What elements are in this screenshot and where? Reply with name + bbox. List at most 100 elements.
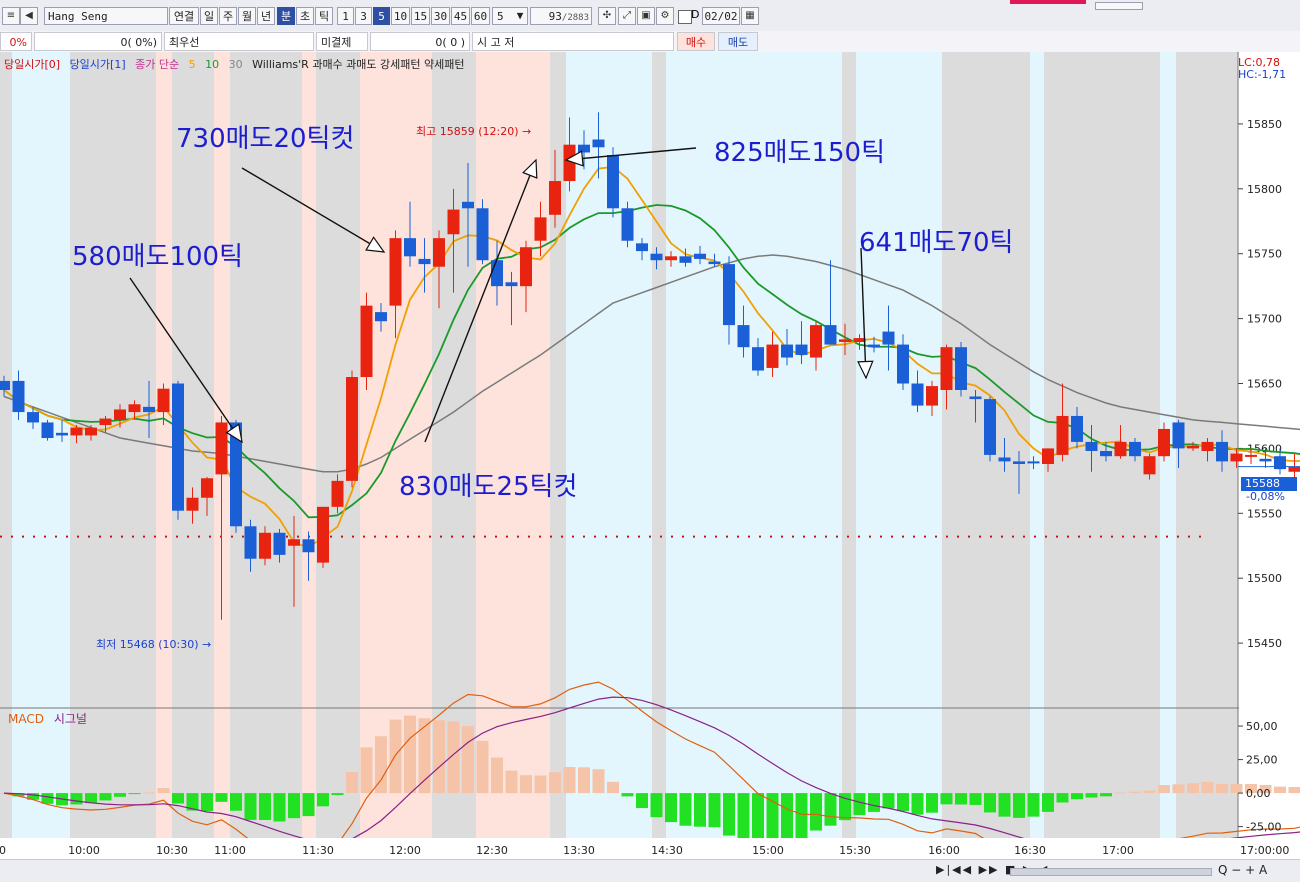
macd-histogram-bar (1071, 793, 1083, 799)
macd-legend-macd: MACD (8, 712, 44, 726)
zoom-icon[interactable]: ⤢ (618, 7, 636, 25)
period-day[interactable]: 일 (200, 7, 218, 25)
x-tick-label: 12:00 (389, 844, 421, 857)
count-field[interactable]: 93/2883 (530, 7, 592, 25)
session-shade (302, 52, 316, 840)
x-tick-label: 17:00:00 (1240, 844, 1289, 857)
candle-body (694, 254, 706, 259)
zoom-controls[interactable]: Q − + A (1218, 863, 1267, 877)
legend-ma5: 5 (189, 58, 196, 71)
scrollbar[interactable] (1010, 868, 1212, 876)
macd-histogram-bar (709, 793, 721, 827)
candle-body (999, 457, 1011, 461)
date-field[interactable]: 02/02 (702, 7, 740, 25)
y-tick-label: 15650 (1247, 378, 1282, 391)
session-shade (652, 52, 666, 840)
chevron-down-icon[interactable]: ▼ (512, 7, 528, 25)
macd-histogram-bar (477, 741, 489, 793)
interval-10[interactable]: 10 (391, 7, 410, 25)
window-button[interactable] (1095, 2, 1143, 10)
candle-body (27, 412, 39, 422)
candle-body (201, 478, 213, 497)
macd-histogram-bar (636, 793, 648, 808)
macd-y-tick-label: 0,00 (1246, 787, 1271, 800)
macd-histogram-bar (738, 793, 750, 843)
unit-tick[interactable]: 틱 (315, 7, 333, 25)
speaker-icon[interactable]: ◀ (20, 7, 38, 25)
candle-body (1231, 454, 1243, 462)
macd-histogram-bar (317, 793, 329, 806)
candle-body (1028, 461, 1040, 463)
candle-body (288, 539, 300, 545)
period-year[interactable]: 년 (257, 7, 275, 25)
macd-histogram-bar (230, 793, 242, 811)
candle-body (897, 345, 909, 384)
period-linked[interactable]: 연결 (169, 7, 199, 25)
interval-45[interactable]: 45 (451, 7, 470, 25)
unit-minute[interactable]: 분 (277, 7, 295, 25)
open-interest-value: 0( 0 ) (370, 32, 470, 51)
macd-histogram-bar (1013, 793, 1025, 818)
interval-5[interactable]: 5 (373, 7, 390, 25)
macd-histogram-bar (535, 776, 547, 794)
crosshair-icon[interactable]: ✣ (598, 7, 616, 25)
open-interest-label: 미결제 (316, 32, 368, 51)
interval-1[interactable]: 1 (337, 7, 354, 25)
candle-body (216, 422, 228, 474)
macd-histogram-bar (143, 792, 155, 793)
sell-button[interactable]: 매도 (718, 32, 758, 51)
macd-y-tick-label: 50,00 (1246, 720, 1278, 733)
macd-histogram-bar (303, 793, 315, 816)
x-tick-label: 16:30 (1014, 844, 1046, 857)
macd-y-tick-label: 25,00 (1246, 754, 1278, 767)
x-tick-label: 15:00 (752, 844, 784, 857)
interval-60[interactable]: 60 (471, 7, 490, 25)
candle-body (970, 396, 982, 399)
candle-body (1216, 442, 1228, 461)
candle-body (1274, 456, 1286, 469)
y-tick-label: 15700 (1247, 313, 1282, 326)
session-shade (812, 52, 842, 840)
candle-body (245, 526, 257, 558)
macd-histogram-bar (680, 793, 692, 826)
macd-histogram-bar (361, 747, 373, 793)
interval-30[interactable]: 30 (431, 7, 450, 25)
count-value: 93 (549, 10, 562, 23)
symbol-field[interactable]: Hang Seng Index(24.0 (44, 7, 168, 25)
candle-body (709, 262, 721, 265)
interval-15[interactable]: 15 (411, 7, 430, 25)
candle-body (1100, 451, 1112, 456)
macd-histogram-bar (332, 793, 344, 795)
period-month[interactable]: 월 (238, 7, 256, 25)
buy-button[interactable]: 매수 (677, 32, 715, 51)
stack-icon[interactable]: ≡ (2, 7, 20, 25)
macd-histogram-bar (868, 793, 880, 812)
save-icon[interactable]: ▣ (637, 7, 655, 25)
top-toolbar: ≡ ◀ Hang Seng Index(24.0 연결 일 주 월 년 분 초 … (0, 0, 1300, 32)
calendar-icon[interactable]: ▦ (741, 7, 759, 25)
period-week[interactable]: 주 (219, 7, 237, 25)
candle-body (535, 217, 547, 240)
candle-body (71, 428, 83, 436)
unit-second[interactable]: 초 (296, 7, 314, 25)
date-checkbox[interactable] (678, 10, 692, 24)
macd-histogram-bar (288, 793, 300, 818)
change-pct: 0% (0, 32, 32, 51)
chart-canvas[interactable]: 1545015500155501560015650157001575015800… (0, 52, 1300, 859)
interval-3[interactable]: 3 (355, 7, 372, 25)
macd-histogram-bar (955, 793, 967, 804)
macd-histogram-bar (593, 769, 605, 793)
macd-histogram-bar (1173, 784, 1185, 793)
candle-body (390, 238, 402, 305)
candle-body (607, 155, 619, 208)
macd-histogram-bar (912, 793, 924, 815)
candle-body (723, 264, 735, 325)
candle-body (680, 256, 692, 262)
macd-histogram-bar (1028, 793, 1040, 817)
candle-body (984, 399, 996, 455)
gear-icon[interactable]: ⚙ (656, 7, 674, 25)
macd-histogram-bar (448, 721, 460, 793)
candle-body (375, 312, 387, 321)
macd-histogram-bar (926, 793, 938, 813)
session-shade (666, 52, 812, 840)
